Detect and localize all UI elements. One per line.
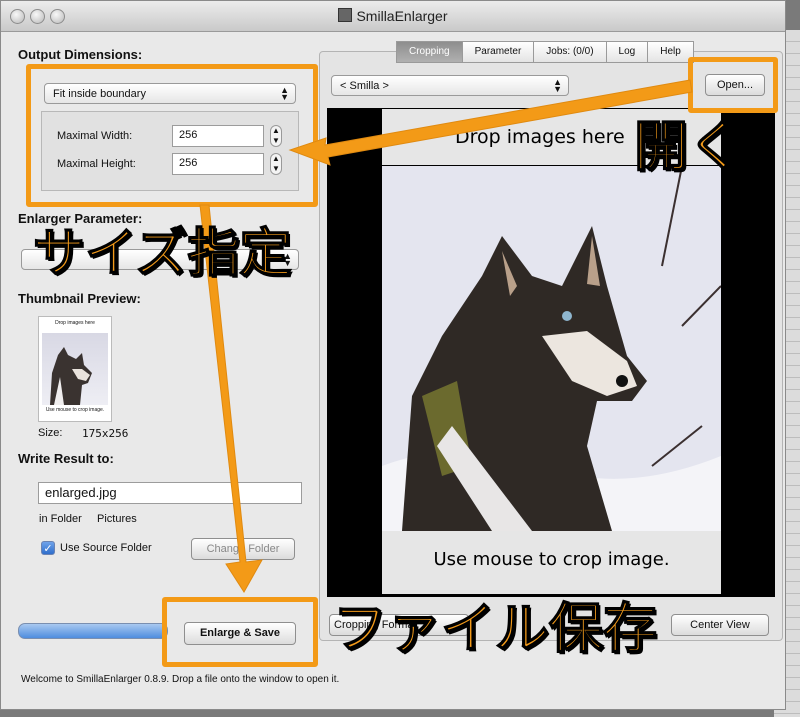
save-annotation: ファイル保存 xyxy=(332,597,658,661)
open-annotation: 開く xyxy=(633,115,743,178)
size-annotation: サイズ指定 xyxy=(32,223,292,285)
